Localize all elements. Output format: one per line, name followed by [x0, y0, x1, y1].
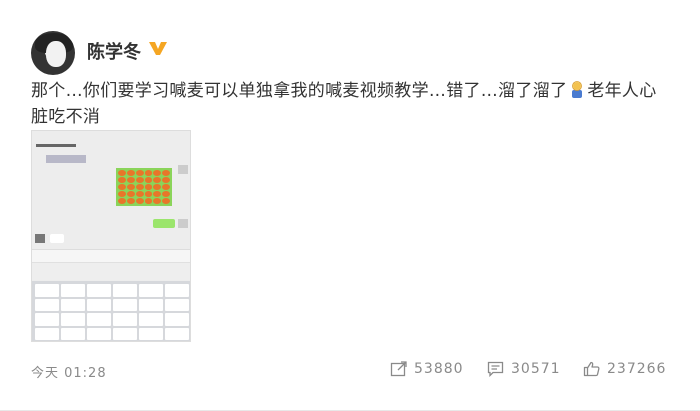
post-text-part1: 那个…你们要学习喊麦可以单独拿我的喊麦视频教学…错了…溜了溜了 [31, 81, 568, 101]
author-avatar[interactable] [31, 31, 75, 75]
comment-count: 30571 [511, 361, 561, 377]
repost-count: 53880 [414, 361, 464, 377]
repost-icon [390, 361, 407, 377]
thumbs-up-icon [583, 361, 600, 377]
chat-title-mini [36, 144, 76, 147]
weibo-post-card: 陈学冬 那个…你们要学习喊麦可以单独拿我的喊麦视频教学…错了…溜了溜了 老年人心脏… [0, 0, 700, 411]
repost-button[interactable]: 53880 [390, 361, 464, 377]
verified-v-icon [149, 42, 167, 55]
comment-icon [487, 361, 504, 377]
author-name[interactable]: 陈学冬 [87, 38, 141, 64]
mini-keyboard-toolbar [32, 262, 190, 280]
emoji-grid-bubble [116, 168, 172, 206]
mini-avatar-right [178, 165, 188, 174]
post-text: 那个…你们要学习喊麦可以单独拿我的喊麦视频教学…错了…溜了溜了 老年人心脏吃不消 [31, 78, 671, 130]
comment-button[interactable]: 30571 [487, 361, 561, 377]
like-button[interactable]: 237266 [583, 361, 666, 377]
mini-image-bubble [46, 155, 86, 163]
mini-received-bubble [50, 234, 64, 243]
mini-avatar-left [35, 234, 45, 243]
mini-avatar-right-2 [178, 219, 188, 228]
mini-keyboard [32, 281, 190, 341]
like-count: 237266 [607, 361, 667, 377]
person-emoji-icon [572, 81, 583, 98]
avatar-face [46, 41, 66, 67]
post-time[interactable]: 今天 01:28 [31, 362, 107, 381]
mini-input-bar [32, 249, 190, 262]
mini-sent-bubble [153, 219, 175, 228]
post-image-thumbnail[interactable] [31, 130, 191, 342]
post-footer: 今天 01:28 53880 30571 237266 [0, 352, 700, 388]
